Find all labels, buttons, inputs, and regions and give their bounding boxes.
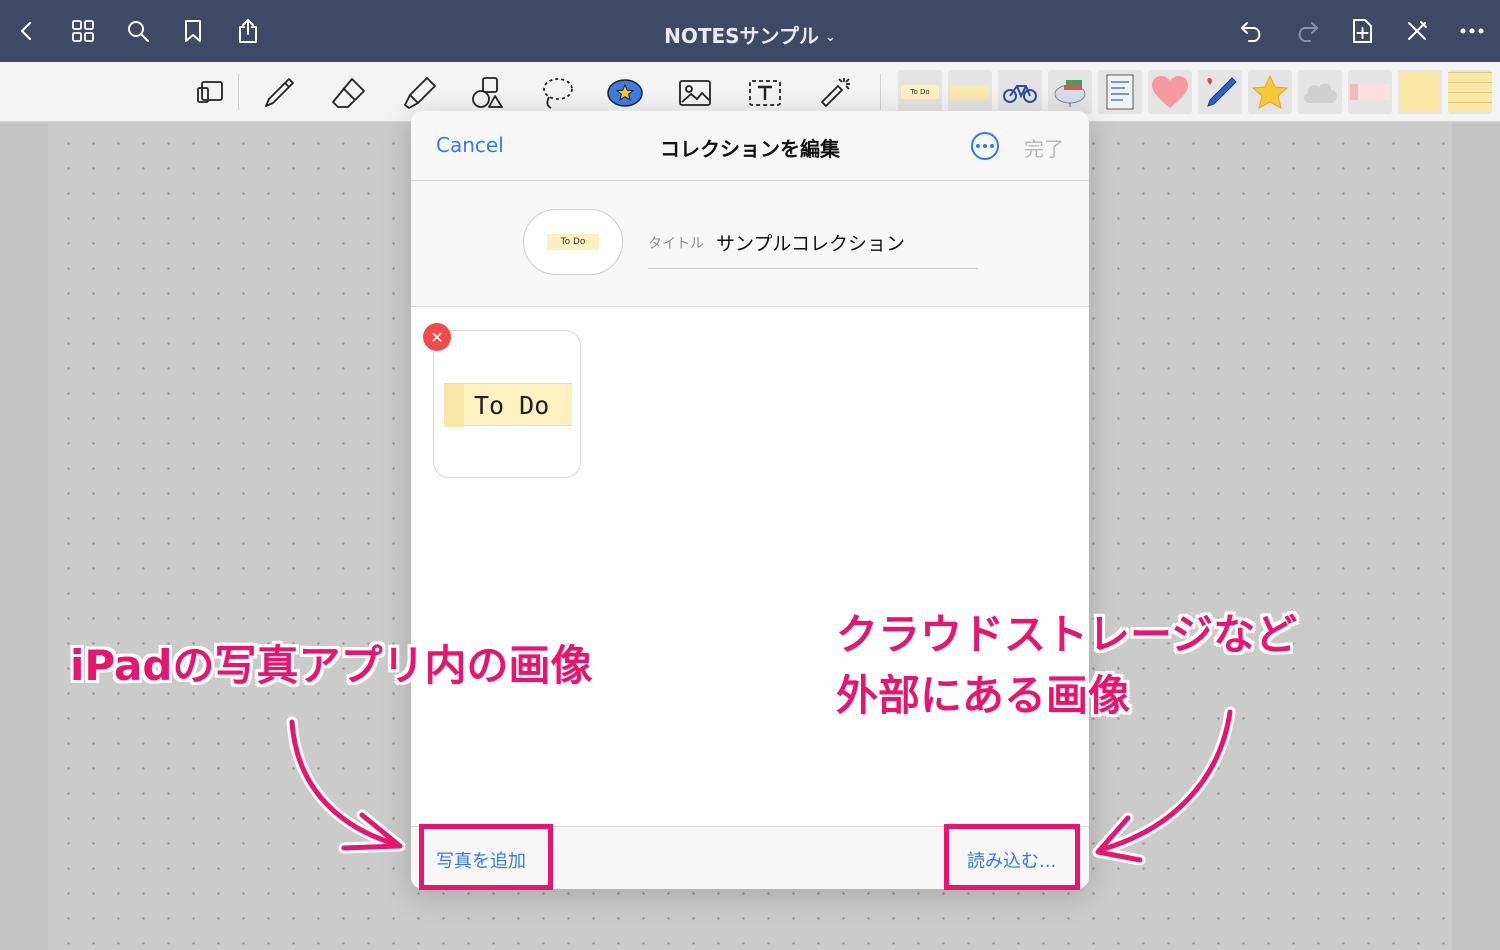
annotation-right-line1: クラウドストレージなど [836, 610, 1298, 659]
laser-pointer-icon[interactable] [814, 72, 856, 114]
collection-item[interactable]: To Do [433, 330, 581, 478]
undo-icon[interactable] [1237, 16, 1267, 46]
todo-sticker-preview: To Do [444, 383, 572, 427]
todo-sticker-text: To Do [474, 391, 550, 420]
note-sticker[interactable] [1098, 70, 1142, 114]
document-title[interactable]: NOTESサンプル ⌄ [0, 20, 1500, 49]
heart-sticker[interactable] [1148, 70, 1192, 114]
more-options-icon[interactable] [971, 132, 999, 160]
chevron-down-icon: ⌄ [824, 30, 836, 45]
modal-header: Cancel コレクションを編集 完了 [411, 111, 1089, 181]
more-icon[interactable] [1457, 16, 1487, 46]
book-sticker[interactable] [1048, 70, 1092, 114]
yellow-note-sticker[interactable] [1398, 70, 1442, 114]
highlighter-icon[interactable] [398, 72, 440, 114]
image-icon[interactable] [674, 72, 716, 114]
toolbar-divider [880, 74, 881, 110]
redo-icon[interactable] [1292, 16, 1322, 46]
title-field-label: タイトル [648, 236, 704, 252]
add-photo-highlight [419, 824, 553, 890]
collection-thumbnail[interactable]: To Do [523, 209, 623, 275]
label-sticker[interactable] [1348, 70, 1392, 114]
sticker-icon[interactable] [604, 72, 646, 114]
text-icon[interactable] [744, 72, 786, 114]
cancel-button[interactable]: Cancel [436, 133, 504, 157]
todo-sticker[interactable]: To Do [898, 70, 942, 114]
pen-sticker[interactable] [1198, 70, 1242, 114]
star-sticker[interactable] [1248, 70, 1292, 114]
bicycle-sticker[interactable] [998, 70, 1042, 114]
collection-info: To Do タイトル サンプルコレクション [411, 181, 1089, 307]
lasso-icon[interactable] [536, 72, 578, 114]
document-title-text: NOTESサンプル [664, 24, 819, 48]
annotation-left-text: iPadの写真アプリ内の画像 [70, 641, 593, 690]
lined-note-sticker[interactable] [1448, 70, 1492, 114]
annotation-right-line2: 外部にある画像 [836, 671, 1131, 720]
add-page-icon[interactable] [1347, 16, 1377, 46]
title-field[interactable]: サンプルコレクション [716, 229, 905, 256]
done-button[interactable]: 完了 [1024, 133, 1064, 162]
import-highlight [944, 824, 1080, 890]
close-pen-icon[interactable] [1402, 16, 1432, 46]
title-field-underline [648, 268, 978, 269]
delete-item-icon[interactable]: ✕ [423, 323, 451, 351]
cloud-sticker[interactable] [1298, 70, 1342, 114]
shapes-icon[interactable] [466, 72, 508, 114]
paper-tool-icon[interactable] [190, 72, 232, 114]
collection-thumbnail-label: To Do [547, 234, 599, 250]
toolbar-divider [238, 74, 239, 110]
edit-collection-modal: Cancel コレクションを編集 完了 To Do タイトル サンプルコレクショ… [411, 111, 1089, 889]
eraser-icon[interactable] [328, 72, 370, 114]
top-nav-bar: NOTESサンプル ⌄ [0, 0, 1500, 62]
todo-sticker-label: To Do [901, 85, 939, 99]
pen-icon[interactable] [258, 72, 300, 114]
tape-sticker[interactable] [948, 70, 992, 114]
